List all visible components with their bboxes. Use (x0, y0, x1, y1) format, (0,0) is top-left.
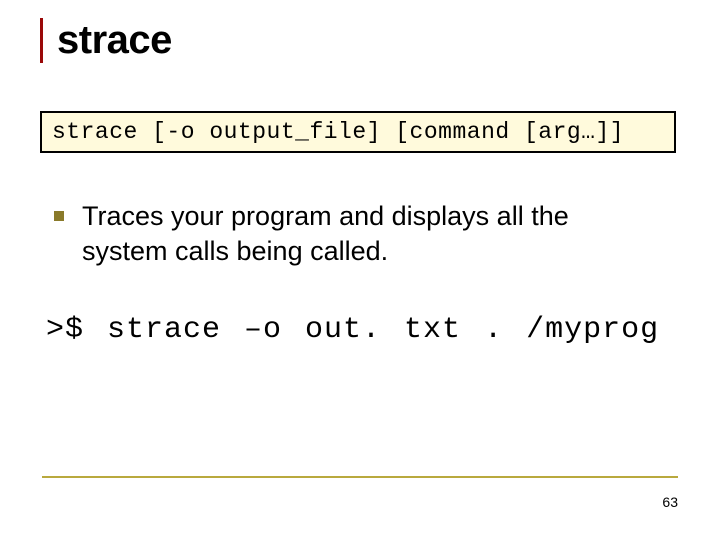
divider-line (42, 476, 678, 478)
page-number: 63 (662, 494, 678, 510)
slide: strace strace [-o output_file] [command … (0, 0, 720, 540)
title-container: strace (40, 18, 680, 63)
square-bullet-icon (54, 211, 64, 221)
syntax-box: strace [-o output_file] [command [arg…]] (40, 111, 676, 153)
bullet-text: Traces your program and displays all the… (82, 199, 642, 269)
bullet-item: Traces your program and displays all the… (54, 199, 680, 269)
example-command: >$ strace –o out. txt . /myprog (46, 313, 680, 347)
slide-title: strace (57, 18, 680, 63)
